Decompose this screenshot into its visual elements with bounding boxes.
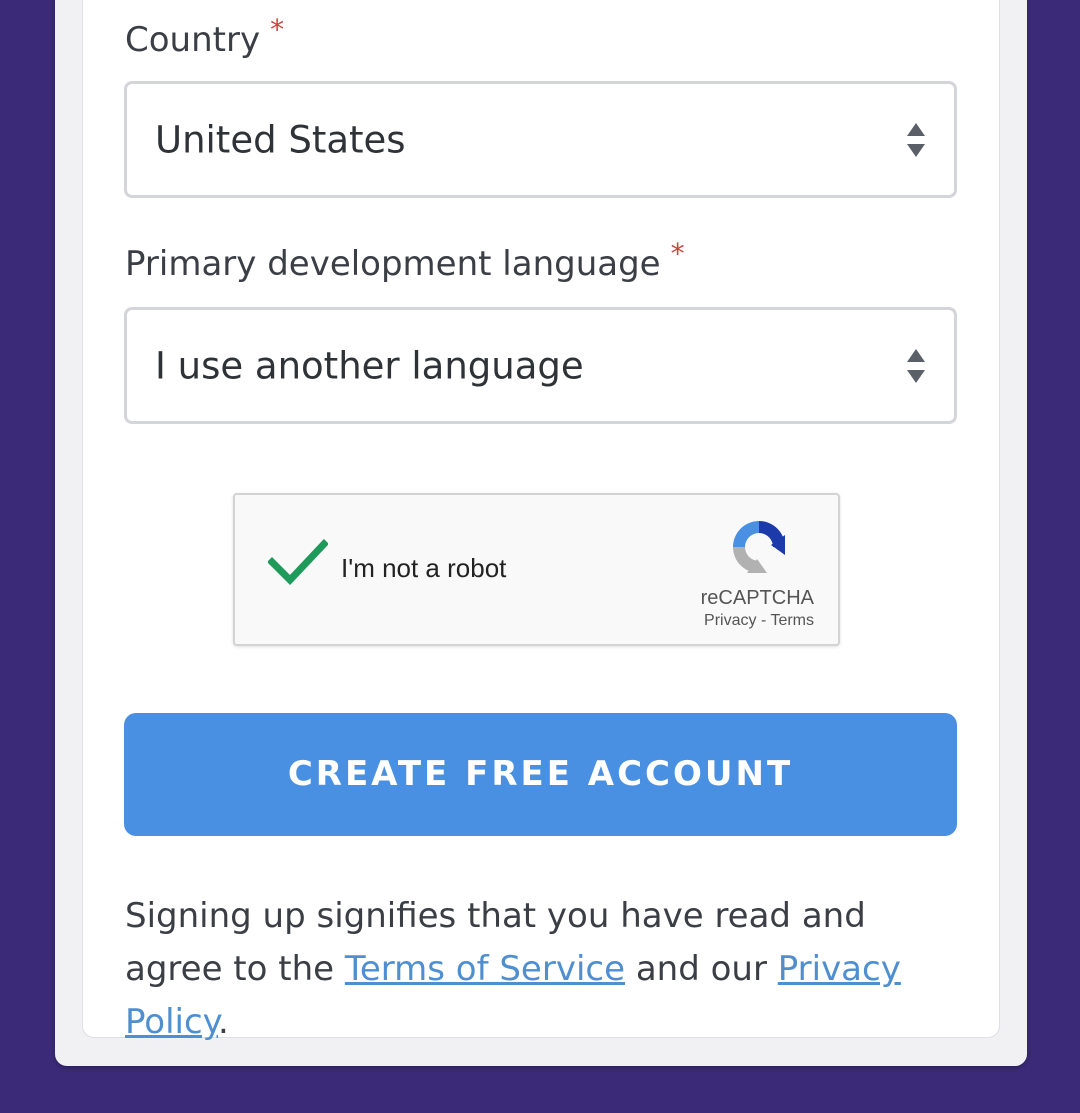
recaptcha-checkbox-label: I'm not a robot — [341, 553, 507, 583]
country-required-mark: * — [270, 13, 285, 46]
language-label: Primary development language * — [125, 237, 685, 284]
recaptcha-privacy-link[interactable]: Privacy — [704, 612, 756, 629]
legal-notice: Signing up signifies that you have read … — [125, 890, 965, 1049]
recaptcha-logo-icon — [733, 521, 785, 573]
recaptcha-terms-link[interactable]: Terms — [770, 612, 814, 629]
country-select-value: United States — [155, 118, 406, 161]
recaptcha-links: Privacy - Terms — [704, 612, 814, 630]
checkmark-icon[interactable] — [268, 538, 328, 586]
language-select-value: I use another language — [155, 344, 584, 387]
legal-middle: and our — [625, 949, 778, 989]
recaptcha-brand: reCAPTCHA — [700, 587, 814, 609]
country-label-text: Country — [125, 20, 261, 60]
country-select[interactable]: United States — [124, 81, 957, 198]
terms-of-service-link[interactable]: Terms of Service — [345, 949, 625, 989]
recaptcha-widget: I'm not a robot reCAPTCHA Privacy - Term… — [233, 493, 840, 646]
country-label: Country * — [125, 13, 284, 60]
language-required-mark: * — [670, 237, 685, 270]
recaptcha-links-separator: - — [756, 612, 771, 629]
language-select[interactable]: I use another language — [124, 307, 957, 424]
legal-suffix: . — [217, 1002, 229, 1042]
select-arrows-icon — [907, 122, 925, 157]
select-arrows-icon — [907, 348, 925, 383]
language-label-text: Primary development language — [125, 244, 661, 284]
create-account-button[interactable]: CREATE FREE ACCOUNT — [124, 713, 957, 836]
